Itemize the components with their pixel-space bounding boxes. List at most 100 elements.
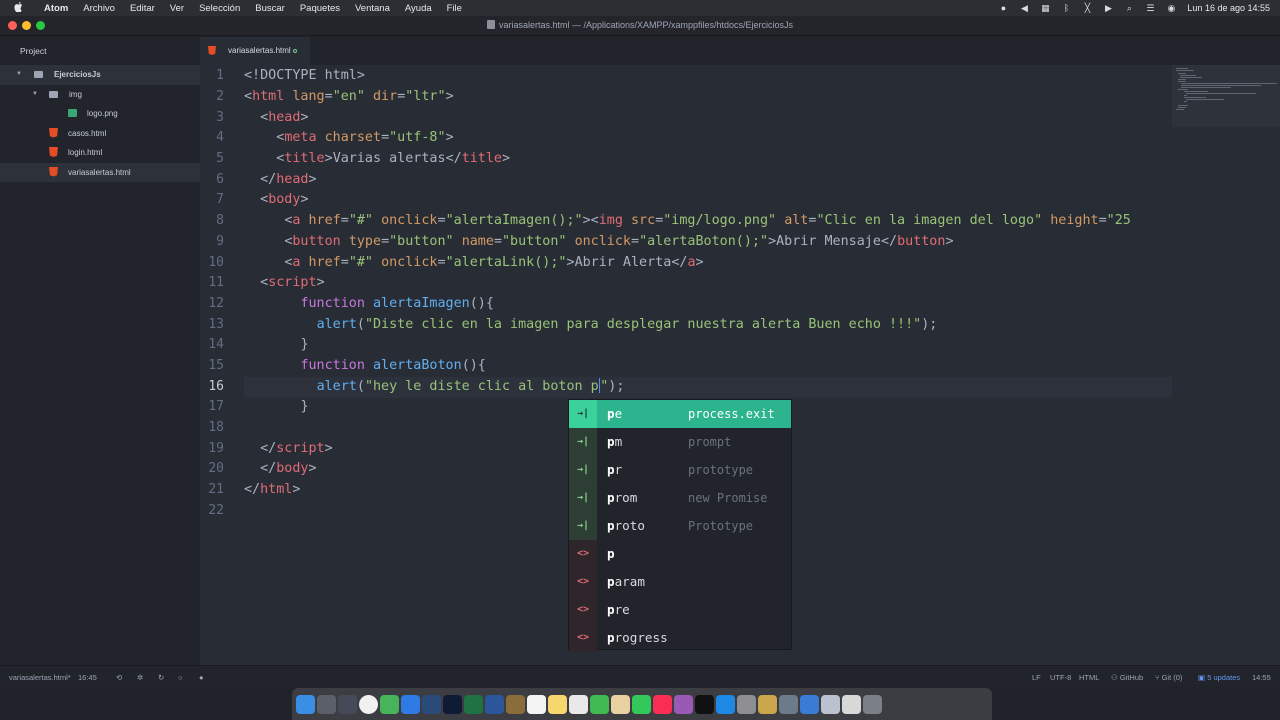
atom-app-icon[interactable] [338, 694, 357, 714]
autocomplete-item[interactable]: <> param [569, 568, 791, 596]
screenshot-icon[interactable] [779, 694, 798, 714]
menu-file[interactable]: File [447, 3, 462, 14]
autocomplete-rest: r [614, 462, 623, 477]
word-icon[interactable] [485, 694, 504, 714]
play-icon[interactable]: ▶ [1103, 3, 1113, 13]
minimap-line [1176, 109, 1184, 110]
volume-icon[interactable]: ◀ [1019, 3, 1029, 13]
app-store-icon[interactable] [716, 694, 735, 714]
tab-variasalertas[interactable]: variasalertas.html [200, 37, 310, 65]
photoshop-icon[interactable] [443, 694, 462, 714]
menu-app-atom[interactable]: Atom [44, 3, 68, 14]
status-file-path[interactable]: variasalertas.html* [9, 673, 71, 682]
facetime-icon[interactable] [590, 694, 609, 714]
menu-seleccion[interactable]: Selección [199, 3, 240, 14]
documents-icon[interactable] [842, 694, 861, 714]
tree-file-logo[interactable]: logo.png [0, 104, 200, 124]
finder-icon[interactable] [296, 694, 315, 714]
project-panel-header[interactable]: Project [0, 37, 200, 65]
autocomplete-item[interactable]: <> progress [569, 624, 791, 652]
music-icon[interactable] [653, 694, 672, 714]
autocomplete-item[interactable]: <> p [569, 540, 791, 568]
status-dot-icon[interactable]: ● [199, 673, 204, 682]
tree-folder-label: img [69, 89, 82, 99]
code-line-5: <title>Varias alertas</title> [276, 151, 511, 166]
bluetooth-icon[interactable]: ᛒ [1061, 3, 1071, 13]
html5-icon [208, 46, 216, 55]
safari-icon[interactable] [401, 694, 420, 714]
info-icon[interactable]: ○ [178, 673, 183, 682]
network-icon[interactable]: ╳ [1082, 3, 1092, 13]
autocomplete-item[interactable]: <> pre [569, 596, 791, 624]
minimap[interactable] [1172, 65, 1280, 127]
trash-icon[interactable] [863, 694, 882, 714]
mail-icon[interactable] [422, 694, 441, 714]
downloads-folder-icon[interactable] [821, 694, 840, 714]
xampp-icon[interactable] [380, 694, 399, 714]
status-git-label: Git (0) [1161, 673, 1183, 682]
siri-icon[interactable]: ◉ [1166, 3, 1176, 13]
github-icon[interactable]: ⟲ [116, 673, 122, 682]
line-number-gutter[interactable]: 1 2 3 4 5 6 7 8 9 10 11 12 13 14 15 16 1… [200, 65, 236, 665]
attr-name: onclick [381, 213, 438, 228]
tag-name: html [252, 89, 285, 104]
tree-folder-root[interactable]: ▼ EjerciciosJs [0, 65, 200, 85]
tree-folder-img[interactable]: ▼ img [0, 85, 200, 105]
search-icon[interactable]: ⌕ [1124, 3, 1134, 13]
modified-indicator-icon[interactable] [293, 49, 297, 53]
menu-ver[interactable]: Ver [170, 3, 184, 14]
string-literal: "hey le diste clic al boton p [364, 379, 599, 394]
system-preferences-icon[interactable] [737, 694, 756, 714]
menu-paquetes[interactable]: Paquetes [300, 3, 340, 14]
tag-name: img [598, 213, 623, 228]
code-line-3: <head> [260, 110, 309, 125]
status-encoding[interactable]: UTF-8 [1050, 673, 1071, 682]
status-git[interactable]: ⑂ Git (0) [1155, 673, 1182, 682]
menu-buscar[interactable]: Buscar [255, 3, 285, 14]
status-github[interactable]: ⚇ GitHub [1111, 673, 1143, 682]
sync-icon[interactable]: ↻ [158, 673, 164, 682]
status-line-ending[interactable]: LF [1032, 673, 1041, 682]
autocomplete-item[interactable]: →| prom new Promise [569, 484, 791, 512]
menu-editar[interactable]: Editar [130, 3, 155, 14]
tv-icon[interactable] [695, 694, 714, 714]
autocomplete-item[interactable]: →| pe process.exit [569, 400, 791, 428]
status-cursor-position[interactable]: 16:45 [78, 673, 97, 682]
line-number: 20 [208, 461, 224, 476]
autocomplete-rest: re [614, 602, 630, 617]
status-grammar[interactable]: HTML [1079, 673, 1099, 682]
keyboard-icon[interactable]: ▦ [1040, 3, 1050, 13]
menu-archivo[interactable]: Archivo [83, 3, 115, 14]
apple-icon[interactable] [14, 1, 26, 15]
control-center-icon[interactable]: ☰ [1145, 3, 1155, 13]
autocomplete-item[interactable]: →| pm prompt [569, 428, 791, 456]
autocomplete-item[interactable]: →| pr prototype [569, 456, 791, 484]
launchpad-icon[interactable] [317, 694, 336, 714]
tree-file-login[interactable]: login.html [0, 143, 200, 163]
contacts-icon[interactable] [506, 694, 525, 714]
menubar-clock[interactable]: Lun 16 de ago 14:55 [1187, 3, 1270, 13]
punctuation: } [300, 337, 309, 352]
notes-icon[interactable] [548, 694, 567, 714]
attr-name: dir [373, 89, 398, 104]
tree-file-variasalertas[interactable]: variasalertas.html [0, 162, 200, 182]
chrome-icon[interactable] [359, 694, 378, 714]
bug-icon[interactable]: ✲ [137, 673, 143, 682]
reminders-icon[interactable] [569, 694, 588, 714]
status-updates[interactable]: ▣ 5 updates [1198, 673, 1240, 682]
messages-icon[interactable] [632, 694, 651, 714]
archive-utility-icon[interactable] [758, 694, 777, 714]
tree-file-casos[interactable]: casos.html [0, 124, 200, 144]
menu-ventana[interactable]: Ventana [355, 3, 390, 14]
record-icon[interactable]: ● [998, 3, 1008, 13]
podcasts-icon[interactable] [674, 694, 693, 714]
preview-icon[interactable] [800, 694, 819, 714]
attr-value: "utf-8" [389, 130, 446, 145]
calendar-icon[interactable] [527, 694, 546, 714]
code-editor[interactable]: 1 2 3 4 5 6 7 8 9 10 11 12 13 14 15 16 1… [200, 65, 1280, 665]
autocomplete-item[interactable]: →| proto Prototype [569, 512, 791, 540]
attr-value: "alertaImagen();" [445, 213, 583, 228]
excel-icon[interactable] [464, 694, 483, 714]
photos-icon[interactable] [611, 694, 630, 714]
menu-ayuda[interactable]: Ayuda [405, 3, 432, 14]
